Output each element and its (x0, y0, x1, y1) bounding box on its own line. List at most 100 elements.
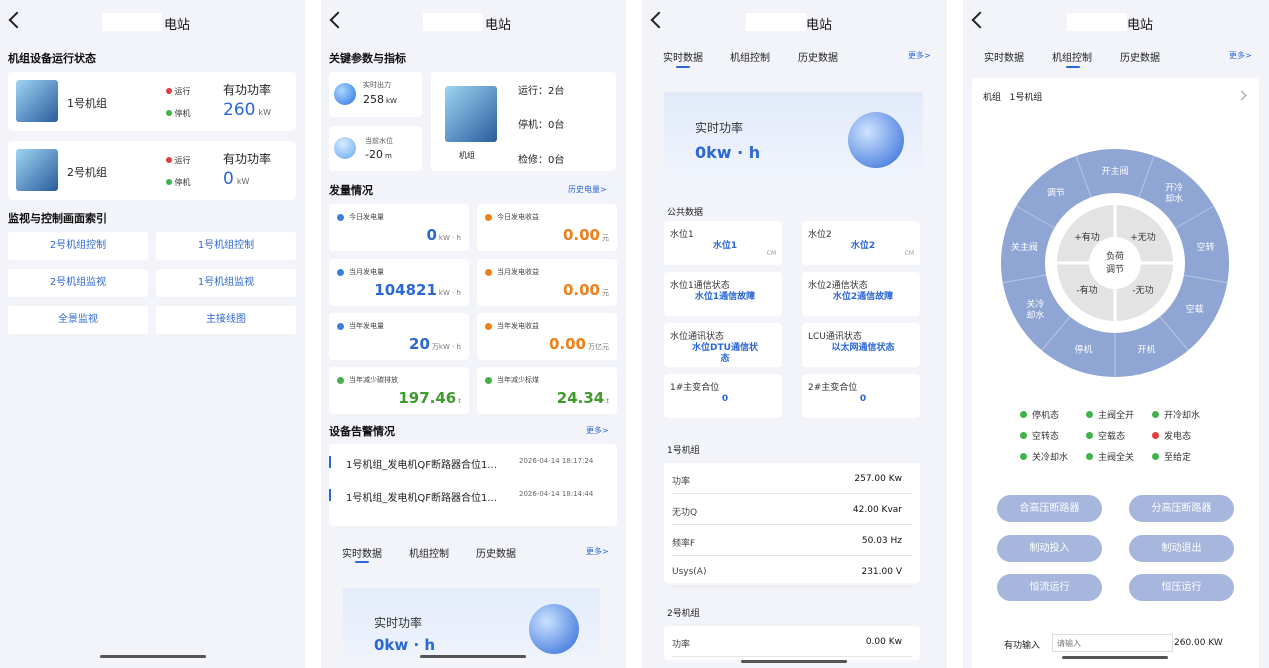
tab-history-data[interactable]: 历史数据 (798, 49, 838, 64)
unit-name: 1号机组 (67, 97, 107, 110)
back-icon[interactable] (971, 11, 989, 29)
tab-unit-control[interactable]: 机组控制 (409, 545, 449, 560)
alarm-text[interactable]: 1号机组_发电机QF断路器合位1... (346, 489, 497, 504)
more-link[interactable]: 更多> (908, 50, 931, 61)
more-alarms-link[interactable]: 更多> (586, 425, 609, 436)
public-data-cell: 水位2通信状态 水位2通信故障 (802, 272, 920, 316)
legend-item: 发电态 (1152, 429, 1191, 442)
tab-realtime-data[interactable]: 实时数据 (984, 49, 1024, 64)
dial-inner-button[interactable]: +有功 (1074, 231, 1100, 243)
stat-dot-icon (337, 323, 344, 330)
section-title: 机组设备运行状态 (8, 52, 96, 65)
tab-unit-control[interactable]: 机组控制 (730, 49, 770, 64)
lightning-icon (848, 112, 904, 168)
link-unit2-monitor[interactable]: 2号机组监视 (8, 269, 148, 297)
dial-inner-button[interactable]: -有功 (1076, 284, 1097, 296)
row-value: 0.00 Kw (865, 637, 902, 647)
dial-outer-button[interactable]: 关主阀 (1011, 241, 1038, 253)
dial-outer-button[interactable]: 却水 (1165, 193, 1183, 205)
dial-center-label: 负荷 (1106, 250, 1124, 262)
dial-inner-button[interactable]: -无功 (1132, 285, 1153, 296)
realtime-power-banner: 实时功率 0kw · h (664, 92, 923, 182)
cell-value: 0 (721, 394, 729, 404)
dial-outer-button[interactable]: 却水 (1026, 309, 1044, 321)
water-label: 当前水位 (365, 137, 393, 145)
stat-card: 今日发电量 0 kW · h (329, 204, 469, 251)
dial-center[interactable] (1089, 237, 1141, 289)
link-wiring-diagram[interactable]: 主接线图 (156, 306, 296, 334)
dial-outer-button[interactable]: 开冷 (1165, 182, 1183, 194)
active-power-input[interactable] (1052, 634, 1173, 652)
legend-item: 空转态 (1020, 429, 1059, 442)
tab-realtime-data[interactable]: 实时数据 (663, 49, 703, 64)
section-title: 关键参数与指标 (329, 52, 406, 65)
more-link[interactable]: 更多> (586, 546, 609, 557)
running-count: 运行：2台 (518, 86, 565, 97)
stat-label: 当年发电收益 (497, 322, 539, 330)
tab-unit-control[interactable]: 机组控制 (1052, 49, 1092, 64)
generator-icon (16, 80, 58, 122)
public-data-cell: 水位1 水位1 CM (664, 221, 782, 265)
banner-label: 实时功率 (374, 616, 423, 630)
legend-item: 开冷却水 (1152, 408, 1200, 421)
unit-selector[interactable]: 机组 1号机组 (983, 90, 1042, 103)
link-unit1-monitor[interactable]: 1号机组监视 (156, 269, 296, 297)
link-unit2-control[interactable]: 2号机组控制 (8, 232, 148, 260)
link-panorama[interactable]: 全景监视 (8, 306, 148, 334)
stat-value: 104821 kW · h (374, 281, 461, 299)
stat-card: 当年减少标煤 24.34 t (477, 367, 617, 414)
power-value: 0 kW (223, 169, 250, 189)
chevron-right-icon[interactable] (1236, 90, 1247, 101)
dial-outer-button[interactable]: 停机 (1075, 343, 1093, 355)
power-label: 有功功率 (223, 83, 272, 97)
control-button[interactable]: 恒压运行 (1129, 574, 1234, 601)
more-link[interactable]: 更多> (1229, 50, 1252, 61)
realtime-output-card: 实时出力 258 kW (329, 72, 422, 117)
status-dot-icon (1020, 411, 1027, 418)
stat-label: 当年减少标煤 (497, 376, 539, 384)
alarm-text[interactable]: 1号机组_发电机QF断路器合位1... (346, 456, 497, 471)
tab-history-data[interactable]: 历史数据 (1120, 49, 1160, 64)
history-power-link[interactable]: 历史电量> (568, 184, 607, 195)
dial-outer-button[interactable]: 空转 (1197, 241, 1215, 253)
section-title: 发量情况 (329, 184, 373, 197)
page-title: 电站 (1127, 18, 1154, 33)
tab-history-data[interactable]: 历史数据 (476, 545, 516, 560)
control-button[interactable]: 恒流运行 (997, 574, 1102, 601)
banner-value: 0kw · h (374, 636, 436, 654)
unit-card[interactable]: 2号机组 运行 停机 有功功率 0 kW (8, 141, 296, 200)
public-data-cell: 水位2 水位2 CM (802, 221, 920, 265)
dial-outer-button[interactable]: 调节 (1047, 188, 1065, 199)
control-button[interactable]: 合高压断路器 (997, 495, 1102, 522)
row-value: 257.00 Kw (854, 474, 902, 484)
cell-label: 水位通讯状态 (670, 332, 725, 342)
run-status: 运行 (166, 155, 191, 166)
dial-outer-button[interactable]: 开主阀 (1101, 165, 1128, 177)
control-button[interactable]: 制动退出 (1129, 535, 1234, 562)
back-icon[interactable] (650, 11, 668, 29)
control-button[interactable]: 分高压断路器 (1129, 495, 1234, 522)
power-value: 260 kW (223, 100, 271, 120)
unit-summary-card: 机组 运行：2台 停机：0台 检修：0台 (431, 72, 616, 171)
active-tab-indicator (1066, 66, 1080, 68)
realtime-label: 实时出力 (363, 81, 391, 89)
phone-screen-overview: 电站 机组设备运行状态 1号机组 运行 停机 有功功率 260 kW 2号机组 运… (0, 0, 305, 668)
dial-inner-button[interactable]: +无功 (1130, 232, 1156, 243)
section-title: 监视与控制画面索引 (8, 212, 107, 225)
cell-label: 1#主变合位 (670, 383, 720, 393)
unit-card[interactable]: 1号机组 运行 停机 有功功率 260 kW (8, 72, 296, 131)
dial-outer-button[interactable]: 关冷 (1026, 298, 1044, 310)
back-icon[interactable] (8, 11, 26, 29)
control-button[interactable]: 制动投入 (997, 535, 1102, 562)
cell-value: 水位2通信故障 (832, 292, 894, 302)
dial-outer-button[interactable]: 开机 (1137, 343, 1155, 355)
title-mask (1067, 13, 1127, 31)
unit2-table: 功率 0.00 Kw (664, 626, 920, 660)
dial-outer-button[interactable]: 空载 (1186, 303, 1204, 315)
title-mask (746, 13, 806, 31)
back-icon[interactable] (329, 11, 347, 29)
power-label: 有功功率 (223, 152, 272, 166)
link-unit1-control[interactable]: 1号机组控制 (156, 232, 296, 260)
tab-realtime-data[interactable]: 实时数据 (342, 545, 382, 560)
stat-card: 当月发电量 104821 kW · h (329, 259, 469, 306)
